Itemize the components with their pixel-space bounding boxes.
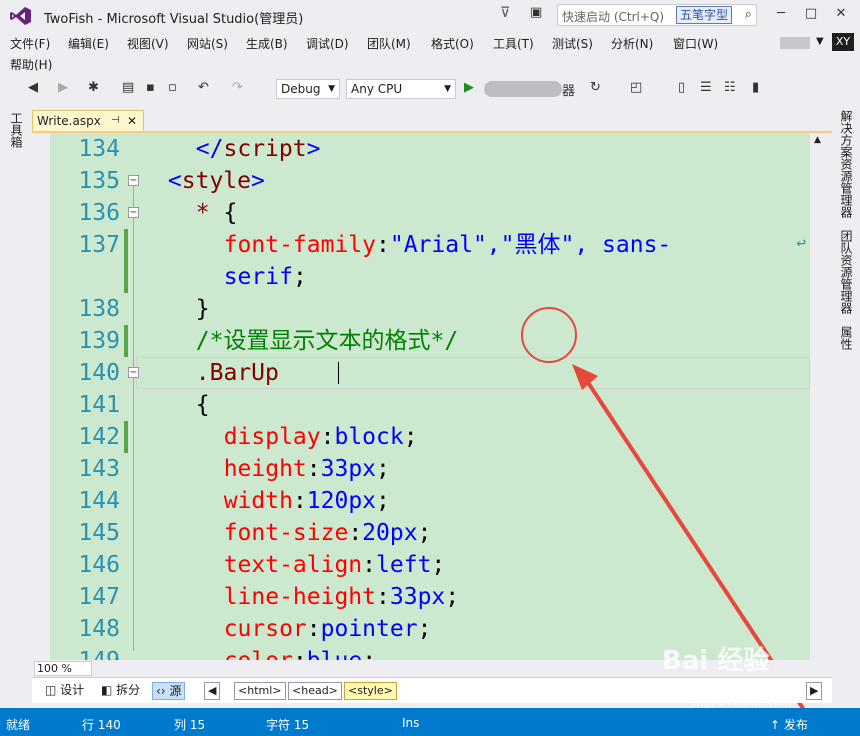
status-char: 字符 15 — [266, 718, 310, 732]
source-view-button[interactable]: ‹› 源 — [152, 682, 186, 700]
source-label: 源 — [169, 684, 182, 698]
split-view-button[interactable]: ◧ 拆分 — [98, 682, 143, 700]
crumb-prev-icon[interactable]: ◀ — [204, 682, 221, 700]
annotation-arrow — [572, 364, 814, 724]
status-column: 列 15 — [174, 718, 206, 732]
status-ready: 就绪 — [6, 718, 31, 732]
crumb-html[interactable]: <html> — [234, 682, 286, 700]
zoom-dropdown[interactable]: 100 % — [34, 661, 92, 676]
publish-label: 发布 — [783, 718, 808, 732]
design-view-button[interactable]: ◫ 设计 — [42, 682, 87, 700]
watermark-logo: Bai 经验 — [662, 646, 770, 676]
status-bar: 就绪 行 140 列 15 字符 15 Ins ↑ 发布 — [0, 708, 860, 736]
zoom-value: 100 % — [37, 662, 72, 675]
crumb-style[interactable]: <style> — [344, 682, 397, 700]
design-label: 设计 — [60, 683, 85, 697]
publish-button[interactable]: ↑ 发布 — [770, 716, 808, 733]
watermark-url: jingyan.baidu.com — [690, 696, 792, 709]
status-line: 行 140 — [82, 718, 121, 732]
status-ins: Ins — [402, 716, 420, 730]
split-label: 拆分 — [116, 683, 141, 697]
crumb-head[interactable]: <head> — [288, 682, 342, 700]
crumb-next-icon[interactable]: ▶ — [806, 682, 823, 700]
